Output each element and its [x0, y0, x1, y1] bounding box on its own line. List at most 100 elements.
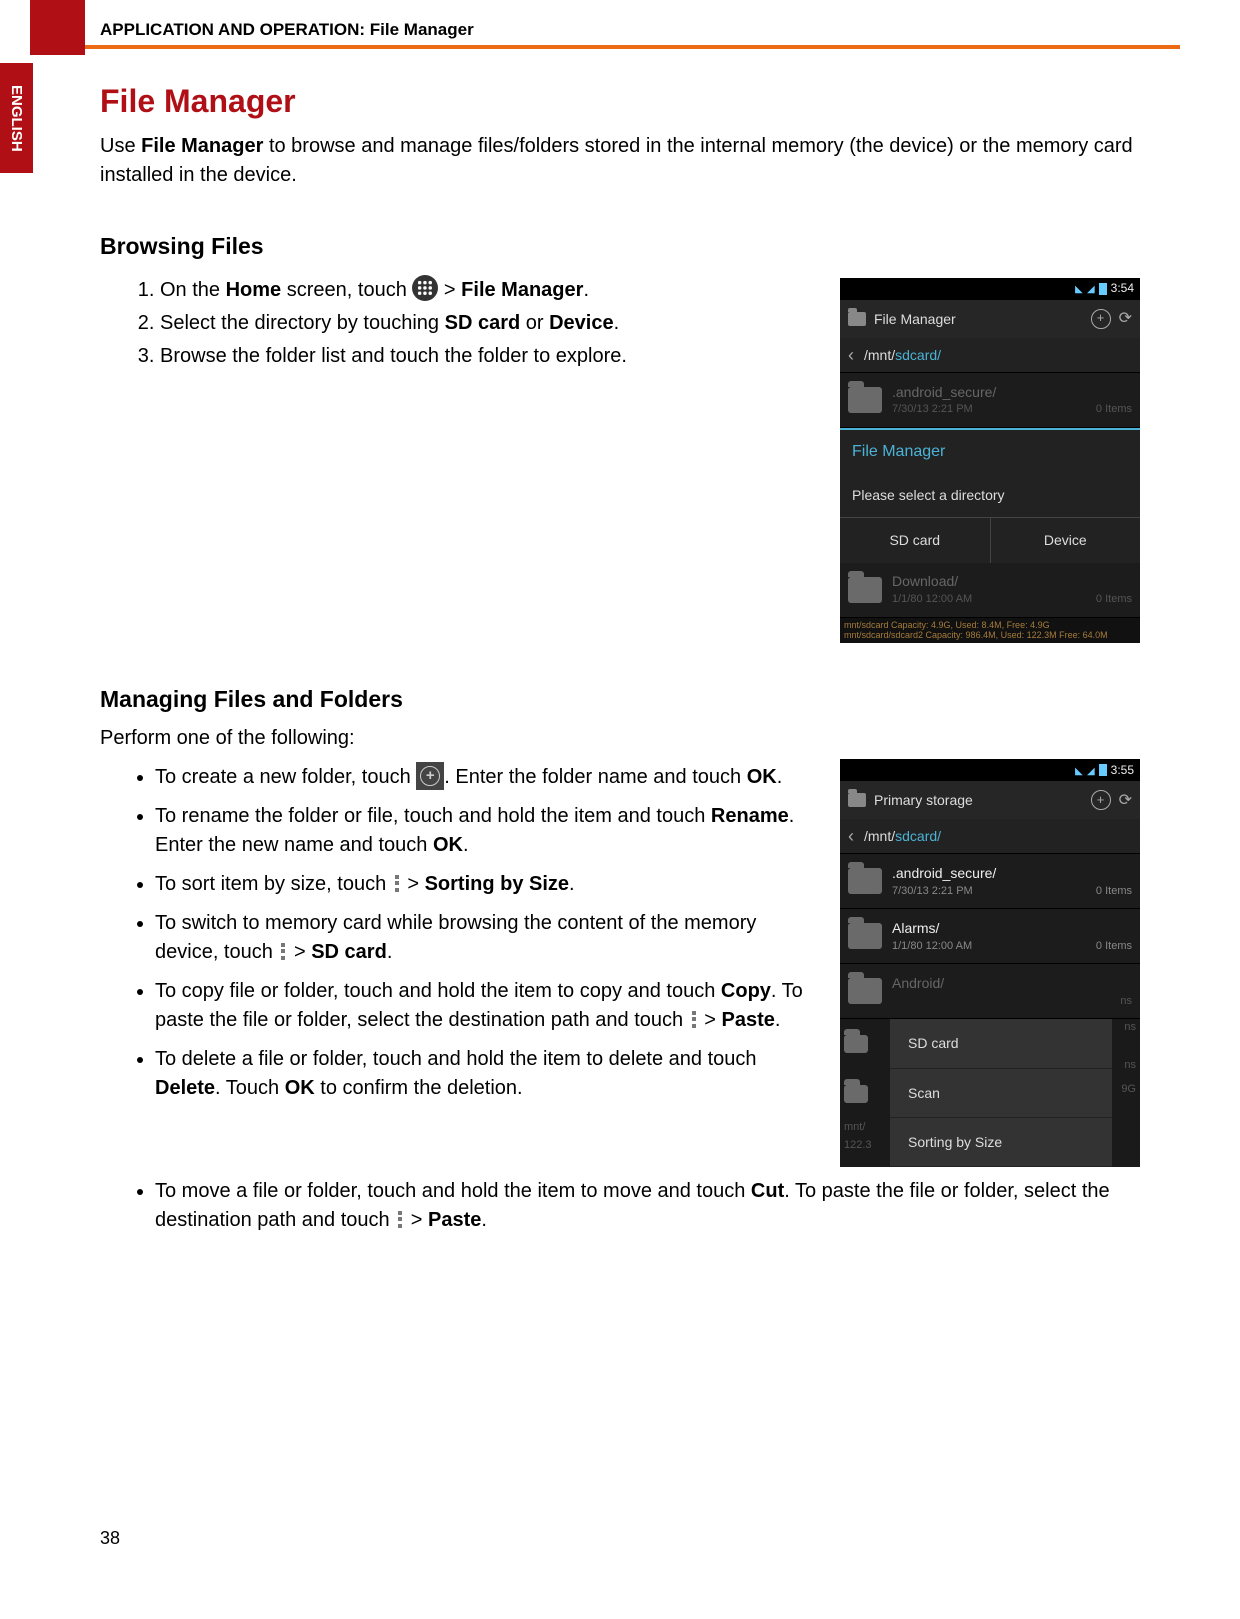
b2b: Rename	[711, 805, 789, 827]
folder-row[interactable]: .android_secure/ 7/30/13 2:21 PM0 Items	[840, 373, 1140, 428]
screenshot-overflow-menu: 3:55 Primary storage + ⟳ ‹ /mnt/sdcard/	[840, 759, 1140, 1167]
path-bar[interactable]: ‹ /mnt/sdcard/	[840, 338, 1140, 373]
section-managing-heading: Managing Files and Folders	[100, 683, 1140, 716]
bullet-create: To create a new folder, touch . Enter th…	[155, 763, 820, 792]
b7b: Cut	[751, 1180, 784, 1202]
current-path: /mnt/sdcard/	[864, 826, 941, 846]
folder-date: 7/30/13 2:21 PM	[892, 884, 973, 900]
managing-lead: Perform one of the following:	[100, 724, 1140, 753]
app-title: File Manager	[874, 309, 1083, 329]
menu-sdcard[interactable]: SD card	[890, 1019, 1112, 1068]
folder-row[interactable]: Alarms/ 1/1/80 12:00 AM 0 Items	[840, 909, 1140, 964]
menu-scan[interactable]: Scan	[890, 1069, 1112, 1118]
folder-count: 0 Items	[1096, 884, 1132, 900]
path-prefix: /mnt/	[864, 347, 895, 363]
b1a: To create a new folder, touch	[155, 766, 416, 788]
b3a: To sort item by size, touch	[155, 873, 392, 895]
b4b: >	[288, 941, 311, 963]
b4d: .	[387, 941, 393, 963]
folder-date: 1/1/80 12:00 AM	[892, 939, 972, 955]
s1c: screen, touch	[281, 279, 412, 301]
add-icon[interactable]: +	[1091, 790, 1111, 810]
frag: ns	[1112, 1057, 1140, 1075]
step-2: Select the directory by touching SD card…	[160, 309, 820, 338]
intro-text: Use File Manager to browse and manage fi…	[100, 132, 1140, 190]
s1f: .	[583, 279, 589, 301]
folder-date: 1/1/80 12:00 AM	[892, 592, 972, 608]
overflow-menu-icon	[689, 1011, 699, 1028]
folder-row[interactable]: .android_secure/ 7/30/13 2:21 PM0 Items	[840, 854, 1140, 909]
path-bar[interactable]: ‹ /mnt/sdcard/	[840, 819, 1140, 854]
wifi-icon	[1075, 762, 1083, 780]
dialog-device-button[interactable]: Device	[991, 518, 1141, 562]
add-icon[interactable]: +	[1091, 309, 1111, 329]
b5f: .	[775, 1009, 781, 1031]
bullet-rename: To rename the folder or file, touch and …	[155, 802, 820, 860]
folder-icon	[848, 978, 882, 1004]
battery-icon	[1099, 764, 1107, 776]
app-bar: File Manager + ⟳	[840, 300, 1140, 338]
app-icon	[848, 793, 866, 807]
b6c: . Touch	[215, 1077, 285, 1099]
dialog-sdcard-button[interactable]: SD card	[840, 518, 991, 562]
folder-row[interactable]: Download/ 1/1/80 12:00 AM0 Items	[840, 563, 1140, 618]
app-bar: Primary storage + ⟳	[840, 781, 1140, 819]
apps-grid-icon	[412, 275, 438, 301]
b2e: .	[463, 834, 469, 856]
b7e: Paste	[428, 1209, 481, 1231]
b7d: >	[405, 1209, 428, 1231]
step-1: On the Home screen, touch > File Manager…	[160, 276, 820, 305]
folder-name: Download/	[892, 571, 1132, 591]
b1c: OK	[747, 766, 777, 788]
b7f: .	[481, 1209, 487, 1231]
overflow-menu-icon	[278, 943, 288, 960]
dialog-message: Please select a directory	[840, 473, 1140, 518]
s2a: Select the directory by touching	[160, 312, 445, 334]
s1b: Home	[226, 279, 282, 301]
bullet-sort: To sort item by size, touch > Sorting by…	[155, 870, 820, 899]
folder-date: 7/30/13 2:21 PM	[892, 402, 973, 418]
overflow-menu-icon	[395, 1211, 405, 1228]
b5e: Paste	[722, 1009, 775, 1031]
b5d: >	[699, 1009, 722, 1031]
s2c: or	[520, 312, 549, 334]
b3d: .	[569, 873, 575, 895]
bullet-switch-sd: To switch to memory card while browsing …	[155, 909, 820, 967]
screenshot-file-manager-dialog: 3:54 File Manager + ⟳ ‹ /mnt/sdcard/ .an…	[840, 278, 1140, 643]
status-bar: 3:54	[840, 278, 1140, 300]
folder-name: .android_secure/	[892, 382, 1132, 402]
signal-icon	[1087, 280, 1095, 298]
b4a: To switch to memory card while browsing …	[155, 912, 756, 963]
b5b: Copy	[721, 980, 771, 1002]
page-number: 38	[100, 1528, 120, 1549]
folder-icon	[844, 1085, 868, 1103]
frag: mnt/	[840, 1119, 890, 1137]
refresh-icon[interactable]: ⟳	[1119, 307, 1132, 330]
corner-badge	[30, 0, 85, 55]
b6b: Delete	[155, 1077, 215, 1099]
folder-row[interactable]: Android/ ns	[840, 964, 1140, 1019]
s1d: >	[438, 279, 461, 301]
refresh-icon[interactable]: ⟳	[1119, 789, 1132, 812]
folder-count: 0 Items	[1096, 939, 1132, 955]
s2b: SD card	[445, 312, 521, 334]
intro-a: Use	[100, 135, 141, 157]
b6e: to confirm the deletion.	[315, 1077, 523, 1099]
folder-icon	[848, 577, 882, 603]
folder-name: Alarms/	[892, 918, 1132, 938]
folder-icon	[848, 868, 882, 894]
folder-tail: ns	[1120, 994, 1132, 1010]
overflow-menu-icon	[392, 875, 402, 892]
current-path: /mnt/sdcard/	[864, 345, 941, 365]
status-bar: 3:55	[840, 759, 1140, 781]
folder-icon	[848, 923, 882, 949]
s2d: Device	[549, 312, 614, 334]
b1b: . Enter the folder name and touch	[444, 766, 746, 788]
back-icon[interactable]: ‹	[848, 823, 854, 849]
intro-b: File Manager	[141, 135, 263, 157]
page-title: File Manager	[100, 78, 1140, 124]
menu-sorting[interactable]: Sorting by Size	[890, 1118, 1112, 1167]
overflow-menu: SD card Scan Sorting by Size	[890, 1019, 1112, 1167]
frag: ns	[1112, 1019, 1140, 1037]
back-icon[interactable]: ‹	[848, 342, 854, 368]
